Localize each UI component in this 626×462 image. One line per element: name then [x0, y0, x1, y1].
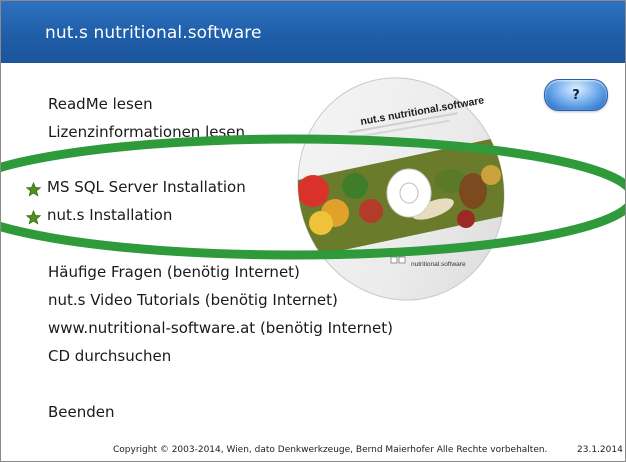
mssql-install-link[interactable]: MS SQL Server Installation — [47, 178, 246, 196]
title-bar: nut.s nutritional.software — [1, 1, 625, 63]
app-title: nut.s nutritional.software — [45, 23, 262, 43]
readme-link[interactable]: ReadMe lesen — [48, 95, 153, 113]
copyright-text: Copyright © 2003-2014, Wien, dato Denkwe… — [113, 445, 548, 455]
star-icon — [26, 210, 41, 225]
license-link[interactable]: Lizenzinformationen lesen — [48, 123, 245, 141]
help-button[interactable]: ? — [544, 79, 608, 111]
nuts-install-link[interactable]: nut.s Installation — [47, 206, 172, 224]
faq-link[interactable]: Häufige Fragen (benötig Internet) — [48, 263, 300, 281]
star-icon — [26, 182, 41, 197]
launcher-window: nut.s nutritional.software ? nut.s nutri… — [0, 0, 626, 462]
cd-logo-text: nutritional.software — [411, 261, 466, 268]
build-date: 23.1.2014 — [577, 445, 623, 455]
exit-link[interactable]: Beenden — [48, 403, 115, 421]
cd-artwork: nut.s nutritional.software nutritional.s… — [291, 77, 506, 301]
cd-disc: nut.s nutritional.software nutritional.s… — [291, 77, 506, 301]
browse-cd-link[interactable]: CD durchsuchen — [48, 347, 171, 365]
website-link[interactable]: www.nutritional-software.at (benötig Int… — [48, 319, 393, 337]
video-tutorials-link[interactable]: nut.s Video Tutorials (benötig Internet) — [48, 291, 338, 309]
